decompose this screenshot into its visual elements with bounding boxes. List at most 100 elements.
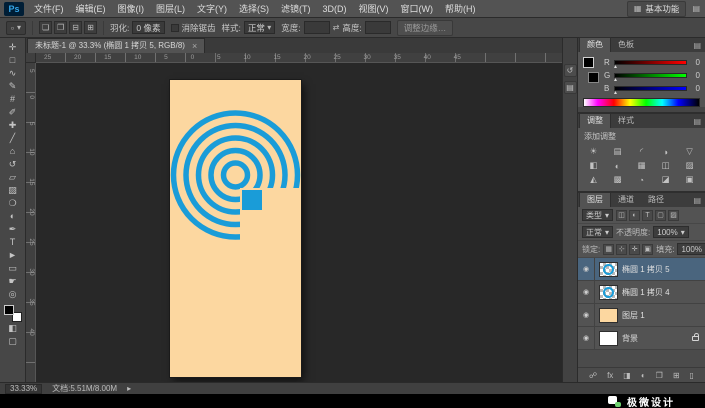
- tool-preset-picker[interactable]: ▫ ▾: [6, 20, 27, 35]
- layer-row[interactable]: ◉ 椭圆 1 拷贝 5: [578, 258, 705, 281]
- move-tool[interactable]: ✛: [2, 41, 24, 54]
- tab-channels[interactable]: 通道: [611, 193, 641, 207]
- eyedropper-tool[interactable]: ✐: [2, 106, 24, 119]
- layer-row[interactable]: ◉ 椭圆 1 拷贝 4: [578, 281, 705, 304]
- menu-select[interactable]: 选择(S): [233, 0, 275, 18]
- background-color-swatch[interactable]: [588, 72, 599, 83]
- adjustment-icon[interactable]: ▩: [606, 173, 629, 186]
- new-selection-icon[interactable]: ❏: [39, 21, 53, 34]
- layer-thumbnail[interactable]: [599, 307, 618, 323]
- menu-edit[interactable]: 编辑(E): [70, 0, 112, 18]
- layer-filter-select[interactable]: 类型 ▾: [582, 209, 614, 221]
- filter-adjustment-icon[interactable]: ◐: [629, 209, 641, 221]
- shape-tool[interactable]: ▭: [2, 262, 24, 275]
- new-layer-icon[interactable]: ⊞: [673, 371, 680, 380]
- panel-menu-icon[interactable]: ▤: [689, 41, 705, 52]
- arrange-documents-icon[interactable]: ▤: [692, 4, 700, 13]
- layer-thumbnail[interactable]: [599, 284, 618, 300]
- intersect-selection-icon[interactable]: ⊞: [84, 21, 98, 34]
- tab-styles[interactable]: 样式: [611, 114, 641, 128]
- quick-mask-button[interactable]: ◧: [2, 322, 24, 335]
- blur-tool[interactable]: ❍: [2, 197, 24, 210]
- clone-stamp-tool[interactable]: ⌂: [2, 145, 24, 158]
- adjustment-icon[interactable]: ▦: [630, 159, 653, 172]
- menu-help[interactable]: 帮助(H): [439, 0, 482, 18]
- visibility-eye-icon[interactable]: ◉: [578, 258, 595, 280]
- adjustment-icon[interactable]: ◐: [606, 159, 629, 172]
- menu-file[interactable]: 文件(F): [28, 0, 70, 18]
- lock-pixels-icon[interactable]: ⊹: [616, 243, 628, 255]
- type-tool[interactable]: T: [2, 236, 24, 249]
- layer-row[interactable]: ◉ 图层 1: [578, 304, 705, 327]
- adjustment-icon[interactable]: ◑: [654, 145, 677, 158]
- blend-mode-select[interactable]: 正常 ▾: [582, 226, 614, 238]
- marquee-tool[interactable]: □: [2, 54, 24, 67]
- fill-input[interactable]: 100% ▾: [677, 243, 705, 255]
- layer-thumbnail[interactable]: [599, 330, 618, 346]
- adjustment-icon[interactable]: ◪: [654, 173, 677, 186]
- tab-adjustments[interactable]: 调整: [579, 113, 611, 128]
- visibility-eye-icon[interactable]: ◉: [578, 281, 595, 303]
- visibility-eye-icon[interactable]: ◉: [578, 327, 595, 349]
- filter-type-icon[interactable]: T: [642, 209, 654, 221]
- green-value[interactable]: 0: [690, 71, 700, 80]
- color-swatches[interactable]: [3, 305, 22, 322]
- subtract-selection-icon[interactable]: ⊟: [69, 21, 83, 34]
- swap-dimensions-icon[interactable]: ⇄: [333, 23, 340, 32]
- crop-tool[interactable]: #: [2, 93, 24, 106]
- path-selection-tool[interactable]: ►: [2, 249, 24, 262]
- tab-paths[interactable]: 路径: [641, 193, 671, 207]
- adjustment-icon[interactable]: ◜: [630, 145, 653, 158]
- adjustment-icon[interactable]: ☀: [582, 145, 605, 158]
- lock-position-icon[interactable]: ✛: [629, 243, 641, 255]
- zoom-level-input[interactable]: 33.33%: [5, 383, 43, 394]
- layer-style-icon[interactable]: fx: [607, 371, 613, 380]
- adjustment-icon[interactable]: ▤: [606, 145, 629, 158]
- history-brush-tool[interactable]: ↺: [2, 158, 24, 171]
- gradient-tool[interactable]: ▨: [2, 184, 24, 197]
- tab-swatches[interactable]: 色板: [611, 38, 641, 52]
- lock-all-icon[interactable]: ▣: [642, 243, 654, 255]
- adjustment-icon[interactable]: ◔: [630, 173, 653, 186]
- panel-menu-icon[interactable]: ▤: [689, 117, 705, 128]
- adjustment-icon[interactable]: ◧: [582, 159, 605, 172]
- link-layers-icon[interactable]: ☍: [589, 371, 597, 380]
- panel-color-swatches[interactable]: [583, 57, 599, 83]
- eraser-tool[interactable]: ▱: [2, 171, 24, 184]
- height-input[interactable]: [364, 21, 391, 34]
- antialias-checkbox[interactable]: [170, 23, 179, 32]
- opacity-input[interactable]: 100% ▾: [653, 226, 689, 238]
- status-options-arrow-icon[interactable]: ▸: [127, 384, 131, 393]
- tab-color[interactable]: 颜色: [579, 37, 611, 52]
- red-slider[interactable]: ▲: [613, 60, 687, 70]
- quick-selection-tool[interactable]: ✎: [2, 80, 24, 93]
- filter-smart-object-icon[interactable]: ▨: [668, 209, 680, 221]
- menu-type[interactable]: 文字(Y): [191, 0, 233, 18]
- layer-row[interactable]: ◉ 背景: [578, 327, 705, 350]
- feather-input[interactable]: 0 像素: [132, 21, 165, 34]
- layer-thumbnail[interactable]: [599, 261, 618, 277]
- canvas[interactable]: [36, 63, 562, 382]
- adjustment-icon[interactable]: ▣: [678, 173, 701, 186]
- menu-layer[interactable]: 图层(L): [150, 0, 191, 18]
- dodge-tool[interactable]: ◐: [2, 210, 24, 223]
- menu-image[interactable]: 图像(I): [112, 0, 151, 18]
- layer-group-icon[interactable]: ❐: [656, 371, 663, 380]
- menu-window[interactable]: 窗口(W): [395, 0, 440, 18]
- properties-panel-icon[interactable]: ▤: [563, 81, 577, 94]
- filter-pixel-icon[interactable]: ◫: [616, 209, 628, 221]
- green-slider[interactable]: ▲: [613, 73, 687, 83]
- foreground-color-swatch[interactable]: [583, 57, 594, 68]
- hand-tool[interactable]: ☛: [2, 275, 24, 288]
- menu-view[interactable]: 视图(V): [353, 0, 395, 18]
- document-tab[interactable]: 未标题-1 @ 33.3% (椭圆 1 拷贝 5, RGB/8) ×: [27, 38, 206, 53]
- history-panel-icon[interactable]: ↺: [563, 64, 577, 77]
- tab-layers[interactable]: 图层: [579, 192, 611, 207]
- screen-mode-button[interactable]: ▢: [2, 335, 24, 348]
- delete-layer-icon[interactable]: ▯: [690, 371, 694, 380]
- adjustment-layer-icon[interactable]: ◐: [641, 371, 646, 380]
- adjustment-icon[interactable]: ▽: [678, 145, 701, 158]
- panel-menu-icon[interactable]: ▤: [689, 196, 705, 207]
- adjustment-icon[interactable]: ◫: [654, 159, 677, 172]
- foreground-color-swatch[interactable]: [3, 305, 14, 315]
